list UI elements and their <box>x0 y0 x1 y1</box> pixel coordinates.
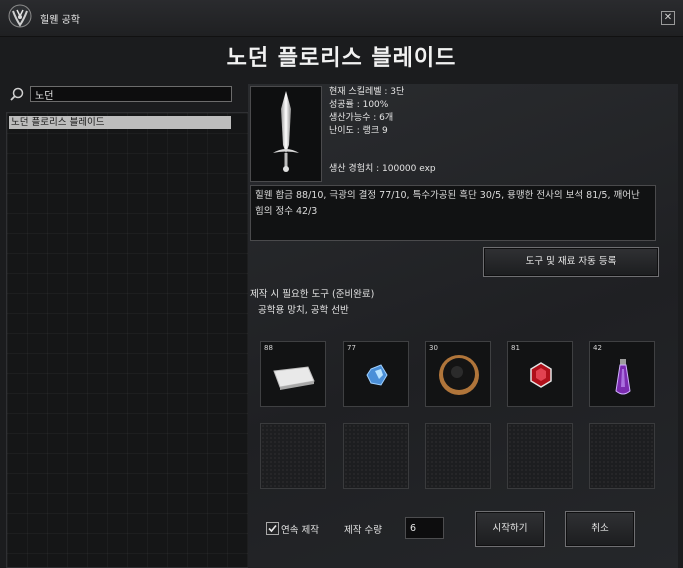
check-icon <box>268 524 277 533</box>
ebony-disc-icon <box>439 355 479 395</box>
search-icon[interactable] <box>10 87 24 101</box>
item-thumbnail <box>250 86 322 182</box>
start-button[interactable]: 시작하기 <box>475 511 545 547</box>
recipe-list[interactable]: 노던 플로리스 블레이드 <box>6 112 268 568</box>
material-slot[interactable]: 30 <box>425 341 491 407</box>
production-exp: 생산 경험치 : 100000 exp <box>329 164 436 174</box>
crystal-icon <box>366 364 388 386</box>
empty-slot[interactable] <box>507 423 573 489</box>
empty-slot[interactable] <box>343 423 409 489</box>
item-title: 노던 플로리스 블레이드 <box>226 46 457 71</box>
quantity-input[interactable] <box>405 517 444 539</box>
search-input[interactable] <box>30 86 232 102</box>
continuous-label: 연속 제작 <box>281 525 319 536</box>
blade-icon <box>273 91 299 172</box>
materials-description: 힐웬 합금 88/10, 극광의 결정 77/10, 특수가공된 흑단 30/5… <box>250 185 656 241</box>
potion-bottle-icon <box>615 359 631 395</box>
empty-slot[interactable] <box>589 423 655 489</box>
quantity-label: 제작 수량 <box>344 525 382 536</box>
difficulty: 난이도 : 랭크 9 <box>329 126 388 136</box>
success-rate: 성공률 : 100% <box>329 100 389 110</box>
empty-slot[interactable] <box>425 423 491 489</box>
craftable-count: 생산가능수 : 6개 <box>329 113 394 123</box>
window-title: 힐웬 공학 <box>40 15 80 26</box>
material-slot[interactable]: 88 <box>260 341 326 407</box>
close-button[interactable]: ✕ <box>661 11 675 25</box>
tools-list: 공학용 망치, 공학 선반 <box>258 305 349 316</box>
tools-heading: 제작 시 필요한 도구 (준비완료) <box>250 289 375 300</box>
material-slot[interactable]: 42 <box>589 341 655 407</box>
material-slot[interactable]: 81 <box>507 341 573 407</box>
skill-level: 현재 스킬레벨 : 3단 <box>329 87 405 97</box>
auto-register-button[interactable]: 도구 및 재료 자동 등록 <box>483 247 659 277</box>
material-slot[interactable]: 77 <box>343 341 409 407</box>
continuous-checkbox[interactable] <box>266 522 279 535</box>
list-item-selected[interactable]: 노던 플로리스 블레이드 <box>9 116 231 129</box>
close-icon: ✕ <box>663 12 673 23</box>
title-bar: 힐웬 공학 ✕ <box>0 0 683 37</box>
engineering-emblem-icon <box>6 3 34 31</box>
alloy-ingot-icon <box>273 366 315 390</box>
cancel-button[interactable]: 취소 <box>565 511 635 547</box>
empty-slot[interactable] <box>260 423 326 489</box>
red-gem-icon <box>530 362 552 388</box>
item-stats: 현재 스킬레벨 : 3단 성공률 : 100% 생산가능수 : 6개 난이도 :… <box>329 86 404 138</box>
